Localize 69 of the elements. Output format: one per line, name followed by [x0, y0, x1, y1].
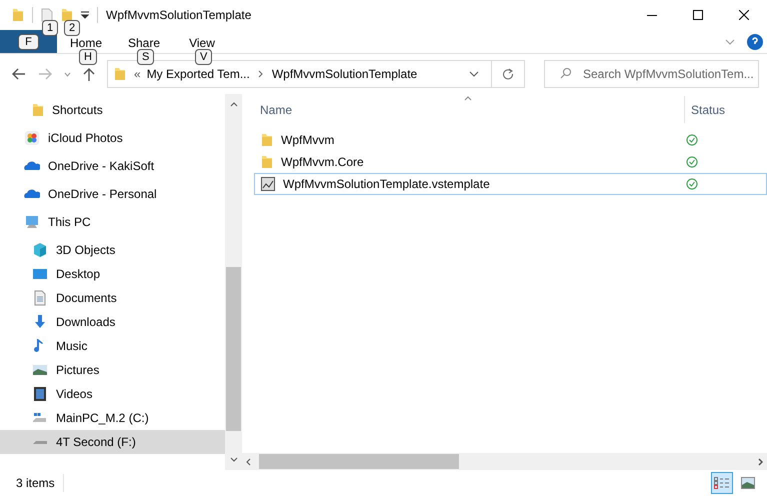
new-folder-icon [61, 8, 73, 22]
landscape-icon [32, 362, 48, 378]
nav-item[interactable]: 4T Second (F:) [0, 430, 225, 454]
ribbon-tab[interactable]: View [189, 36, 215, 50]
keytip-tooltip: S [137, 49, 154, 65]
scroll-down-icon[interactable] [230, 457, 238, 462]
file-name: WpfMvvmSolutionTemplate.vstemplate [283, 176, 490, 193]
column-header[interactable]: Status [684, 96, 767, 123]
document-icon [32, 290, 48, 306]
close-icon [739, 10, 749, 20]
dropdown-icon[interactable] [81, 11, 89, 19]
keytip-tooltip: 1 [42, 20, 58, 36]
desktop-icon [32, 266, 48, 282]
file-name: WpfMvvm.Core [281, 154, 364, 171]
down-arrow-icon [32, 314, 48, 330]
back-icon[interactable] [12, 68, 26, 80]
folder-icon [261, 155, 273, 169]
ribbon-tab[interactable]: Share [128, 36, 160, 50]
details-list-icon [714, 476, 730, 490]
synced-check-icon [686, 134, 698, 146]
scroll-up-icon[interactable] [230, 102, 238, 107]
horizontal-scrollbar[interactable] [242, 453, 767, 470]
folder-icon [261, 133, 273, 147]
scroll-right-icon[interactable] [758, 458, 763, 466]
film-icon [32, 386, 48, 402]
file-name: WpfMvvm [281, 132, 334, 149]
breadcrumb[interactable]: My Exported Tem... [146, 65, 250, 83]
scroll-thumb[interactable] [226, 267, 241, 431]
refresh-icon [502, 68, 514, 80]
keytip-tooltip: 2 [64, 20, 80, 36]
flower-icon [24, 130, 40, 146]
file-row[interactable]: WpfMvvm.Core [254, 151, 767, 173]
drive-icon [32, 440, 48, 444]
ribbon-tab[interactable]: Home [70, 36, 102, 50]
sort-caret-icon [464, 96, 472, 101]
folder-icon [32, 103, 44, 117]
scrollbar[interactable] [225, 94, 242, 470]
scroll-left-icon[interactable] [246, 458, 251, 466]
up-icon[interactable] [83, 67, 95, 81]
maximize-icon [693, 10, 703, 20]
synced-check-icon [686, 156, 698, 168]
cube-icon [32, 242, 48, 258]
item-count: 3 items [16, 474, 64, 492]
chevron-right-icon [258, 70, 264, 78]
synced-check-icon [686, 178, 698, 190]
landscape-icon [741, 477, 755, 489]
column-header[interactable]: Name [258, 100, 684, 118]
help-icon[interactable] [747, 34, 763, 50]
properties-icon[interactable] [41, 8, 53, 22]
details-view-button[interactable] [711, 472, 733, 494]
breadcrumb[interactable]: WpfMvvmSolutionTemplate [272, 65, 418, 83]
keytip-tooltip: F [18, 34, 39, 50]
scroll-thumb[interactable] [259, 454, 459, 469]
computer-icon [24, 214, 40, 230]
address-bar[interactable]: « My Exported Tem... WpfMvvmSolutionTemplate [107, 60, 525, 88]
keytip-tooltip: V [195, 49, 212, 65]
window-title: WpfMvvmSolutionTemplate [106, 7, 252, 24]
minimize-icon [647, 14, 657, 16]
file-row[interactable]: WpfMvvmSolutionTemplate.vstemplate [254, 173, 767, 195]
keytip-tooltip: H [79, 49, 97, 65]
search-field[interactable]: Search WpfMvvmSolutionTem... [544, 60, 759, 88]
folder-icon [12, 8, 24, 22]
chevron-down-icon[interactable] [469, 71, 479, 77]
breadcrumb-overflow[interactable]: « [134, 65, 141, 83]
file-row[interactable]: WpfMvvm [254, 129, 767, 151]
folder-icon [114, 67, 126, 81]
template-file-icon [261, 177, 275, 191]
search-icon [560, 68, 571, 79]
file-tab[interactable]: F [0, 30, 57, 53]
